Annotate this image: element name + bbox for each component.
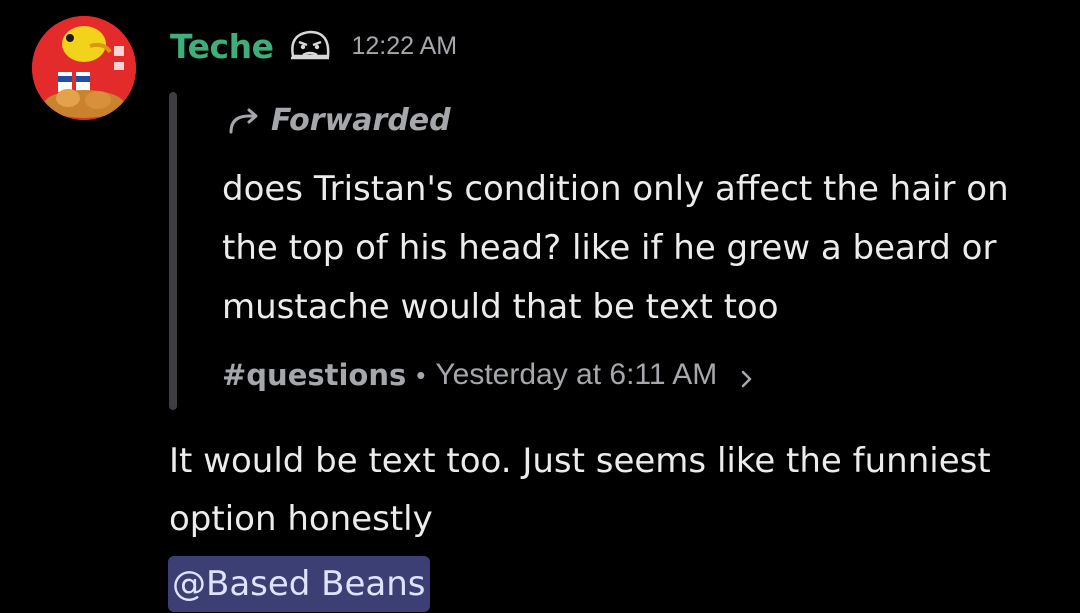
forward-source-time: Yesterday at 6:11 AM xyxy=(435,358,718,391)
chevron-right-icon[interactable] xyxy=(735,364,757,388)
message-timestamp: 12:22 AM xyxy=(351,31,458,60)
forward-quote-bar xyxy=(169,92,177,410)
reply-message-text: It would be text too. Just seems like th… xyxy=(169,441,991,539)
forwarded-message-text: does Tristan's condition only affect the… xyxy=(222,169,1009,327)
forward-arrow-icon xyxy=(225,102,261,138)
forwarded-label: Forwarded xyxy=(225,102,451,138)
grumpy-face-badge-icon[interactable] xyxy=(287,26,333,66)
user-avatar[interactable] xyxy=(32,16,136,120)
author-username[interactable]: Teche xyxy=(170,27,274,66)
channel-link[interactable]: #questions xyxy=(222,358,406,392)
separator-dot: • xyxy=(416,359,426,390)
forwarded-label-text: Forwarded xyxy=(271,102,451,138)
fried-chicken-avatar-icon xyxy=(32,16,136,120)
user-mention[interactable]: @Based Beans xyxy=(168,556,430,612)
message-header: Teche 12:22 AM xyxy=(170,22,457,70)
forward-source[interactable]: #questions • Yesterday at 6:11 AM xyxy=(222,358,757,392)
chat-message: Teche 12:22 AM Forwarded does Tristan's … xyxy=(0,0,1080,613)
